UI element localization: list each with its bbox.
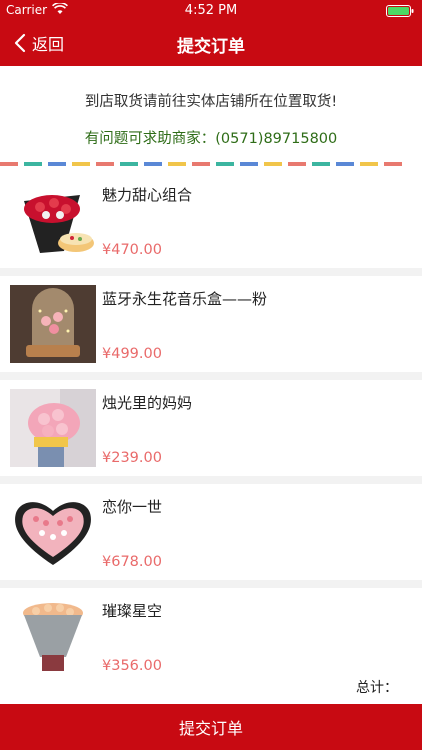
decorative-divider: [0, 162, 422, 166]
item-name: 烛光里的妈妈: [102, 394, 193, 412]
divider-dash: [0, 162, 18, 166]
order-item[interactable]: 璀璨星空 ¥356.00: [0, 588, 422, 684]
item-separator: [0, 268, 422, 276]
page-title: 提交订单: [177, 37, 245, 57]
divider-dash: [288, 162, 306, 166]
divider-dash: [120, 162, 138, 166]
divider-dash: [48, 162, 66, 166]
divider-dash: [144, 162, 162, 166]
heart-box-roses-image: [10, 493, 96, 571]
divider-dash: [216, 162, 234, 166]
divider-dash: [384, 162, 402, 166]
divider-dash: [336, 162, 354, 166]
item-separator: [0, 476, 422, 484]
divider-dash: [72, 162, 90, 166]
item-separator: [0, 580, 422, 588]
item-price: ¥499.00: [102, 346, 162, 362]
submit-order-button[interactable]: 提交订单: [0, 704, 422, 750]
total-label: 总计：: [356, 680, 398, 696]
nav-bar: 返回 提交订单: [0, 22, 422, 66]
clock: 4:52 PM: [184, 3, 238, 18]
divider-dash: [24, 162, 42, 166]
item-separator: [0, 372, 422, 380]
status-bar: Carrier 4:52 PM: [0, 0, 422, 22]
item-price: ¥470.00: [102, 242, 162, 258]
item-name: 魅力甜心组合: [102, 186, 193, 204]
order-item[interactable]: 烛光里的妈妈 ¥239.00: [0, 380, 422, 476]
item-name: 蓝牙永生花音乐盒——粉: [102, 290, 268, 308]
divider-dash: [96, 162, 114, 166]
champagne-roses-bouquet-image: [10, 597, 96, 675]
rose-bouquet-cake-image: [10, 181, 96, 259]
divider-dash: [168, 162, 186, 166]
top-bar: Carrier 4:52 PM 返回 提交订单: [0, 0, 422, 66]
order-item[interactable]: 魅力甜心组合 ¥470.00: [0, 172, 422, 268]
item-name: 恋你一世: [102, 498, 163, 516]
divider-dash: [360, 162, 378, 166]
pickup-notice: 到店取货请前往实体店铺所在位置取货!: [84, 94, 338, 110]
pink-bouquet-image: [10, 389, 96, 467]
merchant-contact[interactable]: 有问题可求助商家：(0571)89715800: [0, 127, 422, 148]
divider-dash: [264, 162, 282, 166]
divider-dash: [192, 162, 210, 166]
order-item[interactable]: 恋你一世 ¥678.00: [0, 484, 422, 580]
item-name: 璀璨星空: [102, 602, 163, 620]
divider-dash: [240, 162, 258, 166]
item-price: ¥356.00: [102, 658, 162, 674]
item-price: ¥678.00: [102, 554, 162, 570]
battery-icon: [386, 5, 414, 17]
item-price: ¥239.00: [102, 450, 162, 466]
order-item[interactable]: 蓝牙永生花音乐盒——粉 ¥499.00: [0, 276, 422, 372]
glass-dome-music-box-image: [10, 285, 96, 363]
divider-dash: [312, 162, 330, 166]
